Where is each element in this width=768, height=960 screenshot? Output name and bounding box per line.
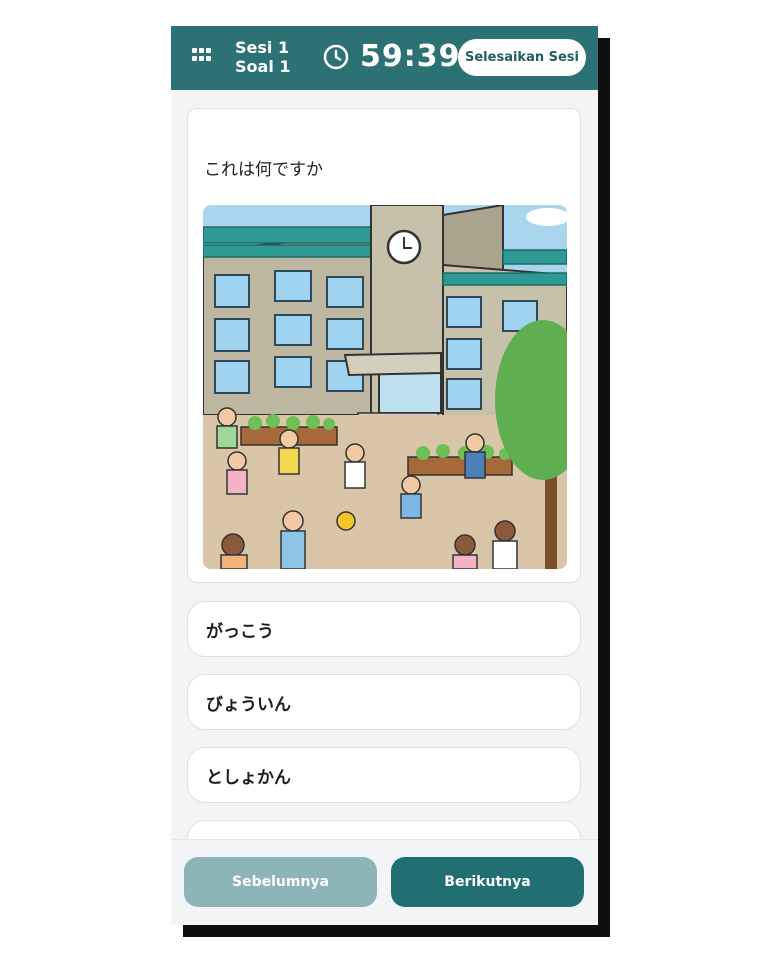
answer-option[interactable]: がっこう — [187, 601, 581, 657]
clock-icon — [323, 44, 349, 70]
top-bar: Sesi 1 Soal 1 59:39 Selesaikan Sesi — [171, 26, 598, 90]
answer-option[interactable]: びょういん — [187, 674, 581, 730]
previous-button[interactable]: Sebelumnya — [184, 857, 377, 907]
option-label: としょかん — [206, 767, 291, 788]
question-text: これは何ですか — [204, 160, 323, 180]
answer-option[interactable]: としょかん — [187, 747, 581, 803]
session-label: Sesi 1 — [235, 38, 290, 57]
option-label: がっこう — [206, 621, 274, 642]
question-card: これは何ですか — [187, 108, 581, 583]
option-label: びょういん — [206, 694, 291, 715]
school-playground-illustration — [203, 205, 567, 569]
next-button[interactable]: Berikutnya — [391, 857, 584, 907]
grid-icon[interactable] — [192, 48, 212, 64]
bottom-navigation: Sebelumnya Berikutnya — [171, 839, 598, 925]
finish-session-button[interactable]: Selesaikan Sesi — [458, 39, 586, 76]
countdown-timer: 59:39 — [360, 39, 461, 74]
question-number: Soal 1 — [235, 57, 291, 76]
session-info: Sesi 1 Soal 1 — [235, 38, 291, 76]
app-screen: Sesi 1 Soal 1 59:39 Selesaikan Sesi これは何… — [171, 26, 598, 925]
